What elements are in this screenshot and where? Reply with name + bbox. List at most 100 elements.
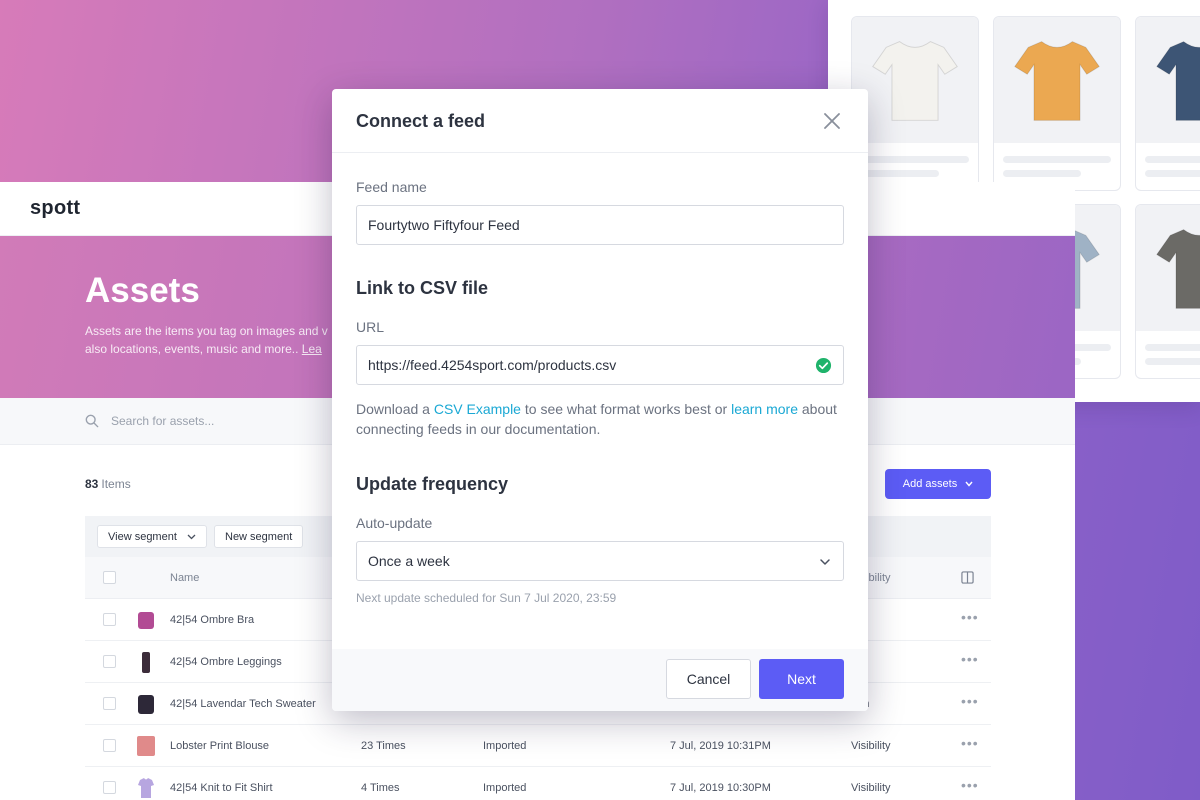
table-row[interactable]: 42|54 Knit to Fit Shirt 4 Times Imported… (85, 767, 991, 800)
row-checkbox[interactable] (103, 697, 116, 710)
tshirt-icon (872, 41, 958, 121)
asset-source: Imported (483, 740, 527, 752)
row-checkbox[interactable] (103, 655, 116, 668)
row-checkbox[interactable] (103, 781, 116, 794)
learn-more-link[interactable]: Lea (302, 342, 322, 356)
product-thumbnail (852, 17, 978, 143)
close-icon (824, 113, 840, 129)
cancel-button[interactable]: Cancel (666, 659, 751, 699)
csv-section-heading: Link to CSV file (356, 278, 489, 298)
close-button[interactable] (820, 109, 844, 133)
more-options-icon[interactable]: ••• (961, 693, 979, 709)
asset-image-icon (138, 612, 154, 629)
search-input[interactable] (111, 412, 331, 430)
table-row[interactable]: Lobster Print Blouse 23 Times Imported 7… (85, 725, 991, 767)
product-card[interactable] (851, 16, 979, 191)
add-assets-button[interactable]: Add assets (885, 469, 991, 499)
asset-visibility: Visibility (851, 782, 891, 794)
product-thumbnail (1136, 205, 1200, 331)
search-icon (85, 414, 99, 428)
asset-name[interactable]: 42|54 Lavendar Tech Sweater (170, 698, 316, 710)
csv-help-text: Download a CSV Example to see what forma… (356, 399, 844, 439)
asset-source: Imported (483, 782, 527, 794)
placeholder-line (1145, 170, 1200, 177)
columns-icon[interactable] (961, 571, 974, 584)
check-circle-icon (815, 357, 832, 374)
asset-thumbnail (135, 776, 157, 800)
help-text: Download a (356, 401, 434, 417)
more-options-icon[interactable]: ••• (961, 735, 979, 751)
select-all-checkbox[interactable] (103, 571, 116, 584)
feed-name-input[interactable] (356, 205, 844, 245)
asset-name[interactable]: 42|54 Knit to Fit Shirt (170, 782, 273, 794)
new-segment-button[interactable]: New segment (214, 525, 304, 548)
view-segment-dropdown[interactable]: View segment (97, 525, 207, 548)
asset-image-icon (142, 652, 150, 673)
items-count-number: 83 (85, 477, 99, 491)
page-description: Assets are the items you tag on images a… (85, 322, 347, 358)
update-frequency-heading: Update frequency (356, 474, 509, 494)
modal-footer: Cancel Next (332, 649, 868, 711)
asset-date: 7 Jul, 2019 10:30PM (670, 782, 771, 794)
modal-header: Connect a feed (332, 89, 868, 153)
chevron-down-icon (965, 481, 973, 487)
asset-image-icon (137, 736, 155, 756)
spott-logo[interactable]: spott (30, 197, 80, 220)
row-checkbox[interactable] (103, 613, 116, 626)
add-assets-label: Add assets (902, 478, 958, 490)
feed-name-label: Feed name (356, 179, 427, 195)
asset-usage: 23 Times (361, 740, 406, 752)
items-count-label: Items (101, 477, 131, 491)
placeholder-line (1145, 156, 1200, 163)
asset-image-icon (138, 778, 154, 798)
tshirt-icon (1014, 41, 1100, 121)
placeholder-line (1145, 358, 1200, 365)
product-thumbnail (1136, 17, 1200, 143)
help-text: to see what format works best or (520, 401, 732, 417)
asset-thumbnail (135, 650, 157, 674)
csv-example-link[interactable]: CSV Example (434, 401, 521, 417)
more-options-icon[interactable]: ••• (961, 651, 979, 667)
page-description-line: Assets are the items you tag on images a… (85, 324, 328, 338)
placeholder-line (1145, 344, 1200, 351)
asset-thumbnail (135, 608, 157, 632)
learn-more-link[interactable]: learn more (731, 401, 798, 417)
chevron-down-icon (187, 534, 196, 539)
page-description-line: also locations, events, music and more..… (85, 340, 347, 358)
asset-name[interactable]: 42|54 Ombre Bra (170, 614, 254, 626)
view-segment-label: View segment (108, 530, 177, 543)
page-description-text: also locations, events, music and more.. (85, 342, 299, 356)
product-card[interactable] (1135, 204, 1200, 379)
new-segment-label: New segment (225, 530, 293, 543)
auto-update-value: Once a week (368, 553, 450, 569)
next-button[interactable]: Next (759, 659, 844, 699)
auto-update-label: Auto-update (356, 515, 433, 531)
asset-usage: 4 Times (361, 782, 400, 794)
placeholder-line (1003, 170, 1081, 177)
tshirt-icon (1156, 229, 1200, 309)
asset-name[interactable]: 42|54 Ombre Leggings (170, 656, 282, 668)
page-title: Assets (85, 271, 200, 310)
row-checkbox[interactable] (103, 739, 116, 752)
more-options-icon[interactable]: ••• (961, 777, 979, 793)
asset-image-icon (138, 695, 154, 714)
connect-feed-modal: Connect a feed Feed name Link to CSV fil… (332, 89, 868, 711)
auto-update-select[interactable]: Once a week (356, 541, 844, 581)
next-update-hint: Next update scheduled for Sun 7 Jul 2020… (356, 591, 617, 605)
placeholder-line (861, 156, 969, 163)
asset-name[interactable]: Lobster Print Blouse (170, 740, 269, 752)
asset-visibility: Visibility (851, 740, 891, 752)
items-count: 83 Items (85, 477, 131, 491)
column-header-name[interactable]: Name (170, 572, 199, 584)
tshirt-icon (1156, 41, 1200, 121)
asset-thumbnail (135, 692, 157, 716)
url-label: URL (356, 319, 385, 335)
more-options-icon[interactable]: ••• (961, 609, 979, 625)
asset-date: 7 Jul, 2019 10:31PM (670, 740, 771, 752)
product-card[interactable] (1135, 16, 1200, 191)
product-card[interactable] (993, 16, 1121, 191)
product-thumbnail (994, 17, 1120, 143)
modal-title: Connect a feed (356, 111, 486, 131)
asset-thumbnail (135, 734, 157, 758)
url-input[interactable] (356, 345, 844, 385)
